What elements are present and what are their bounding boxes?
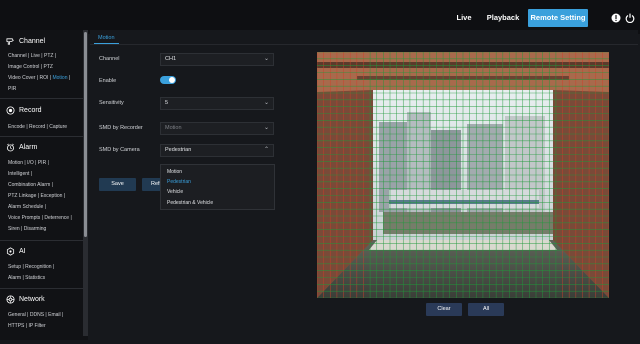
sidebar-section-channel[interactable]: Channel <box>6 35 45 47</box>
chevron-down-icon: ⌄ <box>263 100 269 106</box>
refresh-button[interactable]: Refr <box>142 178 162 191</box>
sidebar-link-setup[interactable]: Setup <box>8 264 21 270</box>
smd-camera-select[interactable]: Pedestrian ⌃ <box>160 144 274 157</box>
smd-recorder-select[interactable]: Motion ⌄ <box>160 122 274 135</box>
sensitivity-label: Sensitivity <box>99 100 124 106</box>
chevron-down-icon: ⌄ <box>263 125 269 131</box>
smd-recorder-select-value: Motion <box>165 125 182 131</box>
divider <box>0 288 83 289</box>
sidebar-link-siren[interactable]: Siren <box>8 226 20 232</box>
sidebar-link-image-control[interactable]: Image Control <box>8 64 39 70</box>
dropdown-option-pedestrian-vehicle[interactable]: Pedestrian & Vehicle <box>167 200 213 206</box>
sidebar-link-alarm-pir[interactable]: PIR <box>38 160 46 166</box>
power-icon[interactable] <box>625 13 635 23</box>
sidebar-link-email[interactable]: Email <box>48 312 61 318</box>
sidebar-section-alarm[interactable]: Alarm <box>6 141 37 153</box>
sidebar-link-live[interactable]: Live <box>31 53 40 59</box>
nav-remote-setting[interactable]: Remote Setting <box>528 9 588 27</box>
channel-select[interactable]: CH1 ⌄ <box>160 53 274 66</box>
sidebar-section-network[interactable]: Network <box>6 293 45 305</box>
sidebar-link-intelligent[interactable]: Intelligent <box>8 171 29 177</box>
sidebar-link-general[interactable]: General <box>8 312 26 318</box>
sidebar-link-ptz-2[interactable]: PTZ <box>43 64 52 70</box>
sidebar-link-io[interactable]: I/O <box>27 160 34 166</box>
sidebar-link-ip-filter[interactable]: IP Filter <box>28 323 45 329</box>
dropdown-option-motion[interactable]: Motion <box>167 169 182 175</box>
enable-label: Enable <box>99 78 117 84</box>
sidebar-scroll-thumb[interactable] <box>84 32 87 237</box>
divider <box>0 98 83 99</box>
section-title-channel: Channel <box>19 37 46 45</box>
sidebar-link-exception[interactable]: Exception <box>40 193 62 199</box>
sidebar-link-capture[interactable]: Capture <box>49 124 67 130</box>
sidebar-link-alarm-schedule[interactable]: Alarm Schedule <box>8 204 43 210</box>
toggle-knob <box>169 77 175 83</box>
section-title-network: Network <box>19 295 45 303</box>
sidebar-link-encode[interactable]: Encode <box>8 124 25 130</box>
alarm-icon <box>7 143 14 151</box>
sidebar-link-video-cover[interactable]: Video Cover <box>8 75 35 81</box>
sidebar-link-https[interactable]: HTTPS <box>8 323 24 329</box>
chevron-up-icon: ⌃ <box>263 147 269 153</box>
section-title-record: Record <box>19 106 42 114</box>
channel-label: Channel <box>99 56 120 62</box>
dropdown-option-vehicle[interactable]: Vehicle <box>167 189 183 195</box>
sidebar-link-channel[interactable]: Channel <box>8 53 27 59</box>
sensitivity-select[interactable]: 5 ⌄ <box>160 97 274 110</box>
sidebar-link-voice-prompts[interactable]: Voice Prompts <box>8 215 40 221</box>
info-icon[interactable] <box>611 13 621 23</box>
network-icon <box>6 294 15 304</box>
ai-icon <box>6 246 15 256</box>
enable-toggle[interactable] <box>160 76 176 84</box>
smd-camera-label: SMD by Camera <box>99 147 140 153</box>
motion-area-preview[interactable] <box>317 52 609 298</box>
sidebar-link-disarming[interactable]: Disarming <box>24 226 47 232</box>
sidebar-section-ai[interactable]: AI <box>6 245 26 257</box>
nav-playback[interactable]: Playback <box>485 9 521 27</box>
sidebar-link-deterrence[interactable]: Deterrence <box>44 215 69 221</box>
divider <box>0 240 83 241</box>
section-title-alarm: Alarm <box>19 143 38 151</box>
sidebar-link-pir[interactable]: PIR <box>8 86 16 92</box>
smd-camera-select-value: Pedestrian <box>165 147 192 153</box>
smd-camera-dropdown: Motion Pedestrian Vehicle Pedestrian & V… <box>160 164 275 210</box>
sidebar-link-statistics[interactable]: Statistics <box>25 275 45 281</box>
divider <box>0 136 83 137</box>
tab-motion[interactable]: Motion <box>94 32 119 44</box>
select-all-button[interactable]: All <box>468 303 504 316</box>
chevron-down-icon: ⌄ <box>263 56 269 62</box>
camera-scene <box>317 52 609 298</box>
sidebar-link-recognition[interactable]: Recognition <box>25 264 51 270</box>
sidebar-link-alarm-motion[interactable]: Motion <box>8 160 23 166</box>
dropdown-option-pedestrian[interactable]: Pedestrian <box>167 179 191 185</box>
clear-button[interactable]: Clear <box>426 303 462 316</box>
sidebar-link-ai-alarm[interactable]: Alarm <box>8 275 21 281</box>
sidebar-link-record[interactable]: Record <box>29 124 45 130</box>
section-title-ai: AI <box>19 247 26 255</box>
record-icon <box>6 105 15 115</box>
camera-icon <box>6 37 14 45</box>
save-button[interactable]: Save <box>99 178 136 191</box>
sidebar-section-record[interactable]: Record <box>6 104 42 116</box>
nav-live[interactable]: Live <box>452 9 476 27</box>
tab-underline <box>90 44 638 45</box>
sidebar-link-ptz-linkage[interactable]: PTZ Linkage <box>8 193 36 199</box>
channel-select-value: CH1 <box>165 56 177 62</box>
sidebar-link-combination-alarm[interactable]: Combination Alarm <box>8 182 50 188</box>
sidebar-link-ddns[interactable]: DDNS <box>30 312 44 318</box>
smd-recorder-label: SMD by Recorder <box>99 125 143 131</box>
sidebar-link-motion[interactable]: Motion <box>52 75 67 81</box>
sensitivity-select-value: 5 <box>165 100 169 106</box>
